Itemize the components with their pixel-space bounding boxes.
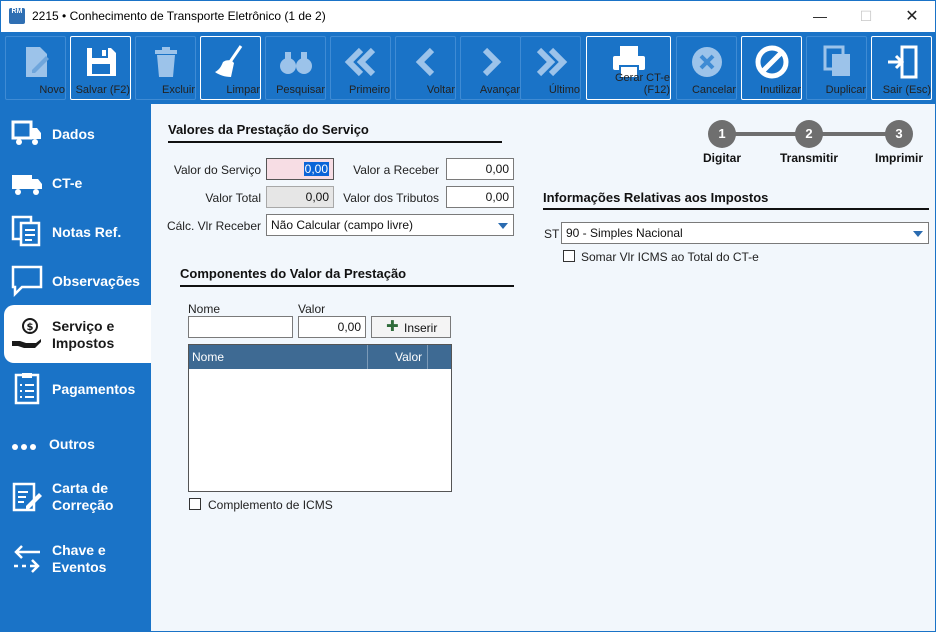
clipboard-list-icon [10,371,44,405]
sidebar: Dados CT-e Notas Ref. Observações $ Serv… [1,104,151,631]
complemento-icms-checkbox[interactable] [189,498,201,510]
edit-document-icon [10,480,44,514]
step-1-circle: 1 [708,120,736,148]
truck-box-icon [10,116,44,150]
double-chevron-right-icon [521,42,580,82]
insert-button[interactable]: ✚ Inserir [371,316,451,338]
step-1-label: Digitar [702,151,741,165]
grid-col-nome[interactable]: Nome [192,350,224,364]
app-logo-icon: RM [9,8,25,24]
valor-input[interactable]: 0,00 [298,316,366,338]
new-document-icon [6,42,65,82]
cancel-button[interactable]: Cancelar [676,36,737,100]
nome-input[interactable] [188,316,293,338]
double-chevron-left-icon [331,42,390,82]
back-button[interactable]: Voltar [395,36,456,100]
title-bar: RM 2215 • Conhecimento de Transporte Ele… [1,1,935,32]
clear-button[interactable]: Limpar [200,36,261,100]
sidebar-item-outros[interactable]: Outros [4,422,151,466]
window-title: 2215 • Conhecimento de Transporte Eletrô… [32,9,326,23]
valor-tributos-input[interactable]: 0,00 [446,186,514,208]
grid-col-valor[interactable]: Valor [395,350,422,364]
exit-button[interactable]: Sair (Esc) [871,36,932,100]
speech-bubble-icon [10,263,44,298]
impostos-section-title: Informações Relativas aos Impostos [543,190,769,205]
sidebar-item-chave-eventos[interactable]: Chave e Eventos [4,536,151,588]
valor-tributos-label: Valor dos Tributos [343,191,439,205]
sidebar-item-servico-impostos[interactable]: $ Serviço e Impostos [4,305,151,363]
valor-total-label: Valor Total [205,191,261,205]
chevron-right-icon [461,42,520,82]
prestacao-section-divider [168,141,502,143]
floppy-disk-icon [71,42,130,82]
valor-label: Valor [298,302,326,316]
valor-servico-input[interactable]: 0,00 [266,158,334,180]
componentes-section-title: Componentes do Valor da Prestação [180,266,407,281]
step-3-circle: 3 [885,120,913,148]
valor-receber-input[interactable]: 0,00 [446,158,514,180]
maximize-button[interactable]: ☐ [843,1,889,32]
broom-icon [201,42,260,82]
valor-total-field: 0,00 [266,186,334,208]
prestacao-section-title: Valores da Prestação do Serviço [168,122,369,137]
dropdown-arrow-icon [498,223,508,229]
toolbar: Novo Salvar (F2) Excluir Limpar Pesquisa… [1,32,935,104]
st-select[interactable]: 90 - Simples Nacional [561,222,929,244]
calc-receber-select[interactable]: Não Calcular (campo livre) [266,214,514,236]
nome-label: Nome [188,302,221,316]
documents-icon [10,214,44,248]
new-button[interactable]: Novo [5,36,66,100]
arrows-exchange-icon [10,542,44,576]
sidebar-item-dados[interactable]: Dados [4,112,151,156]
svg-text:$: $ [27,322,34,333]
duplicate-button[interactable]: Duplicar [806,36,867,100]
search-button[interactable]: Pesquisar [265,36,326,100]
dropdown-arrow-icon [913,231,923,237]
sidebar-item-observacoes[interactable]: Observações [4,259,151,303]
close-window-button[interactable]: ✕ [889,1,935,32]
valor-receber-label: Valor a Receber [353,163,439,177]
impostos-section-divider [543,208,929,210]
generate-cte-button[interactable]: Gerar CT-e (F12) [586,36,671,100]
componentes-section-divider [180,285,514,287]
trash-icon [136,42,195,82]
complemento-icms-label: Complemento de ICMS [208,498,333,512]
grid-header: Nome Valor [189,345,451,369]
plus-icon: ✚ [386,318,399,335]
coin-hand-icon: $ [10,317,44,351]
exit-door-icon [872,42,931,82]
duplicate-icon [807,42,866,82]
forward-button[interactable]: Avançar [460,36,521,100]
step-2-label: Transmitir [779,151,839,165]
sidebar-item-cte[interactable]: CT-e [4,161,151,205]
st-label: ST [544,227,560,241]
prohibited-icon [742,42,801,82]
somar-icms-label: Somar Vlr ICMS ao Total do CT-e [581,250,759,264]
sidebar-item-notas-ref[interactable]: Notas Ref. [4,210,151,254]
sidebar-item-pagamentos[interactable]: Pagamentos [4,367,151,411]
void-button[interactable]: Inutilizar [741,36,802,100]
valor-servico-label: Valor do Serviço [173,163,261,177]
step-2-circle: 2 [795,120,823,148]
last-button[interactable]: Último [520,36,581,100]
calc-receber-label: Cálc. Vlr Receber [166,219,261,233]
first-button[interactable]: Primeiro [330,36,391,100]
chevron-left-icon [396,42,455,82]
dots-icon [10,426,44,460]
sidebar-item-carta-correcao[interactable]: Carta de Correção [4,474,151,526]
truck-icon [10,166,44,200]
grid-col-separator [427,345,428,369]
main-panel: Valores da Prestação do Serviço Valor do… [151,104,935,631]
step-3-label: Imprimir [874,151,923,165]
somar-icms-checkbox[interactable] [563,250,575,262]
save-button[interactable]: Salvar (F2) [70,36,131,100]
minimize-button[interactable]: — [797,1,843,32]
componentes-grid[interactable]: Nome Valor [188,344,452,492]
cancel-circle-icon [677,42,736,82]
delete-button[interactable]: Excluir [135,36,196,100]
app-window: RM 2215 • Conhecimento de Transporte Ele… [0,0,936,632]
binoculars-icon [266,42,325,82]
grid-col-separator [367,345,368,369]
